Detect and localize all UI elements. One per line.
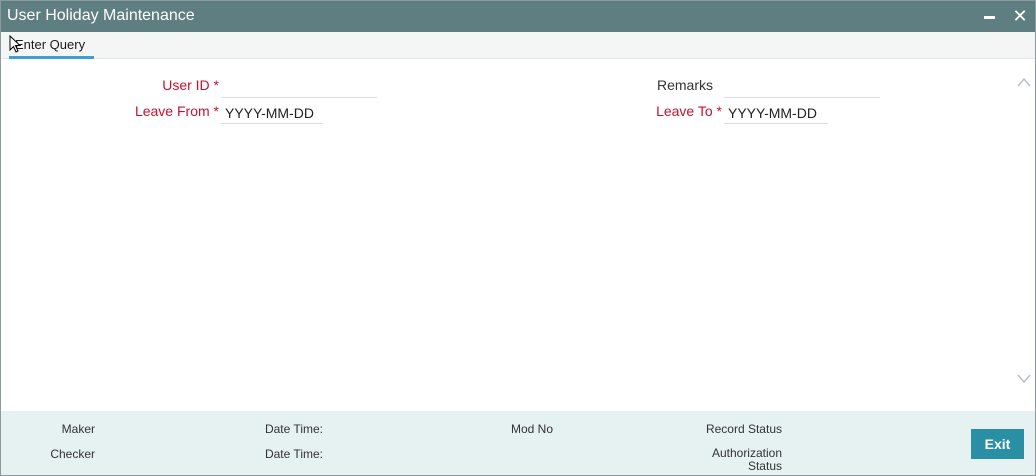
- authorization-status-line2: Status: [747, 459, 782, 473]
- leave-from-label: Leave From *: [101, 103, 219, 119]
- enter-query-label: Enter Query: [15, 37, 86, 52]
- close-button[interactable]: ✕: [1009, 5, 1031, 27]
- mod-no-label: Mod No: [510, 422, 553, 436]
- user-id-input[interactable]: [221, 76, 377, 98]
- scroll-down-chevron-icon[interactable]: [1017, 373, 1031, 385]
- leave-to-input[interactable]: [724, 102, 828, 124]
- checker-label: Checker: [50, 447, 95, 461]
- leave-from-required-marker: *: [213, 103, 219, 119]
- user-id-required-marker: *: [213, 77, 219, 93]
- scroll-up-chevron-icon[interactable]: [1017, 76, 1031, 88]
- audit-footer: Maker Checker Date Time: Date Time: Mod …: [1, 411, 1035, 475]
- record-status-label: Record Status: [705, 422, 782, 436]
- enter-query-button[interactable]: Enter Query: [9, 37, 94, 59]
- title-bar: User Holiday Maintenance ✕: [1, 1, 1035, 32]
- remarks-input[interactable]: [724, 76, 880, 98]
- close-icon: ✕: [1012, 6, 1028, 26]
- authorization-status-label: Authorization Status: [681, 447, 782, 473]
- leave-from-label-text: Leave From: [134, 103, 210, 119]
- minimize-button[interactable]: [979, 5, 1001, 27]
- form-area: User ID * Leave From * Remarks Leave To …: [1, 59, 1035, 411]
- leave-to-label: Leave To *: [611, 103, 722, 119]
- user-id-label: User ID *: [121, 77, 219, 93]
- user-holiday-maintenance-window: User Holiday Maintenance ✕ Enter Query U…: [0, 0, 1036, 476]
- maker-date-time-label: Date Time:: [264, 422, 323, 436]
- leave-from-input[interactable]: [221, 102, 323, 124]
- checker-date-time-label: Date Time:: [264, 447, 323, 461]
- toolbar: Enter Query: [1, 32, 1035, 59]
- leave-to-required-marker: *: [716, 103, 722, 119]
- maker-label: Maker: [61, 422, 95, 436]
- leave-to-label-text: Leave To: [656, 103, 713, 119]
- minimize-icon: [984, 16, 995, 19]
- mouse-cursor-icon: [9, 35, 21, 53]
- remarks-label: Remarks: [656, 77, 713, 93]
- user-id-label-text: User ID: [162, 77, 210, 93]
- window-title: User Holiday Maintenance: [7, 7, 195, 24]
- exit-button[interactable]: Exit: [971, 429, 1024, 459]
